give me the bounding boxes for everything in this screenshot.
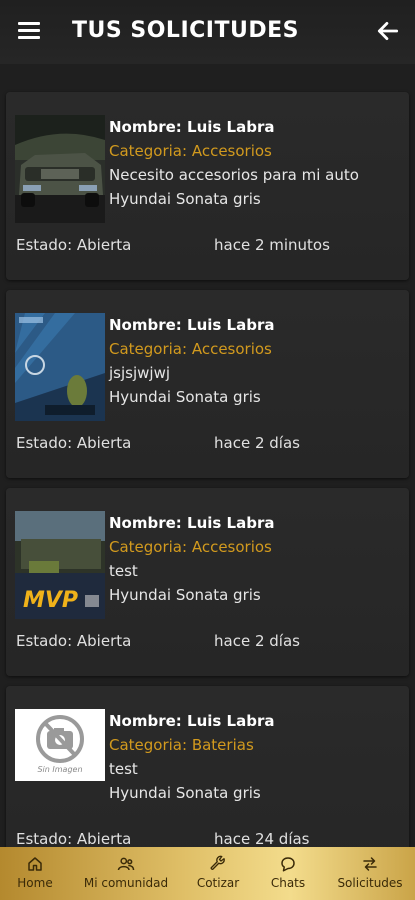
swap-icon [363, 857, 377, 871]
home-icon [28, 857, 42, 871]
request-car: Hyundai Sonata gris [109, 190, 261, 208]
request-card[interactable]: Nombre: Luis Labra Categoria: Accesorios… [6, 92, 409, 280]
request-status: Estado: Abierta [16, 632, 132, 650]
nav-chats[interactable]: Chats [264, 847, 312, 900]
request-time: hace 24 días [214, 830, 310, 848]
request-car: Hyundai Sonata gris [109, 586, 261, 604]
nav-quote[interactable]: Cotizar [190, 847, 246, 900]
request-description: test [109, 562, 138, 580]
requester-name: Nombre: Luis Labra [109, 514, 275, 532]
mvp-screenshot-image: MVP [15, 511, 105, 619]
wrench-icon [210, 855, 225, 870]
requester-name: Nombre: Luis Labra [109, 118, 275, 136]
nav-label: Cotizar [196, 876, 240, 890]
svg-text:MVP: MVP [23, 588, 78, 613]
request-status: Estado: Abierta [16, 236, 132, 254]
request-card[interactable]: MVP Nombre: Luis Labra Categoria: Acceso… [6, 488, 409, 676]
request-time: hace 2 días [214, 434, 300, 452]
request-card[interactable]: Nombre: Luis Labra Categoria: Accesorios… [6, 290, 409, 478]
request-car: Hyundai Sonata gris [109, 388, 261, 406]
page-title: TUS SOLICITUDES [72, 18, 299, 43]
request-card[interactable]: Sin Imagen Nombre: Luis Labra Categoria:… [6, 686, 409, 874]
request-status: Estado: Abierta [16, 434, 132, 452]
request-description: test [109, 760, 138, 778]
game-screenshot-image [15, 313, 105, 421]
request-category: Categoria: Accesorios [109, 538, 272, 556]
no-image-placeholder: Sin Imagen [15, 709, 105, 781]
request-time: hace 2 días [214, 632, 300, 650]
request-time: hace 2 minutos [214, 236, 330, 254]
requester-name: Nombre: Luis Labra [109, 712, 275, 730]
request-category: Categoria: Accesorios [109, 340, 272, 358]
nav-label: Home [17, 876, 53, 890]
request-description: jsjsjwjwj [109, 364, 171, 382]
car-photo-image [15, 115, 105, 223]
chat-icon [281, 857, 295, 872]
back-arrow-icon[interactable] [375, 18, 401, 44]
no-image-label: Sin Imagen [37, 765, 83, 774]
request-description: Necesito accesorios para mi auto [109, 166, 359, 184]
community-icon [117, 857, 135, 871]
requester-name: Nombre: Luis Labra [109, 316, 275, 334]
app-header: TUS SOLICITUDES [0, 0, 415, 64]
bottom-navigation: Home Mi comunidad Cotizar Chats Solicitu… [0, 847, 415, 900]
nav-label: Mi comunidad [83, 876, 169, 890]
menu-icon[interactable] [18, 22, 40, 40]
nav-community[interactable]: Mi comunidad [78, 847, 174, 900]
nav-home[interactable]: Home [12, 847, 58, 900]
request-category: Categoria: Baterias [109, 736, 254, 754]
request-car: Hyundai Sonata gris [109, 784, 261, 802]
nav-label: Solicitudes [337, 876, 403, 890]
nav-label: Chats [270, 876, 306, 890]
request-status: Estado: Abierta [16, 830, 132, 848]
nav-requests[interactable]: Solicitudes [330, 847, 410, 900]
request-category: Categoria: Accesorios [109, 142, 272, 160]
